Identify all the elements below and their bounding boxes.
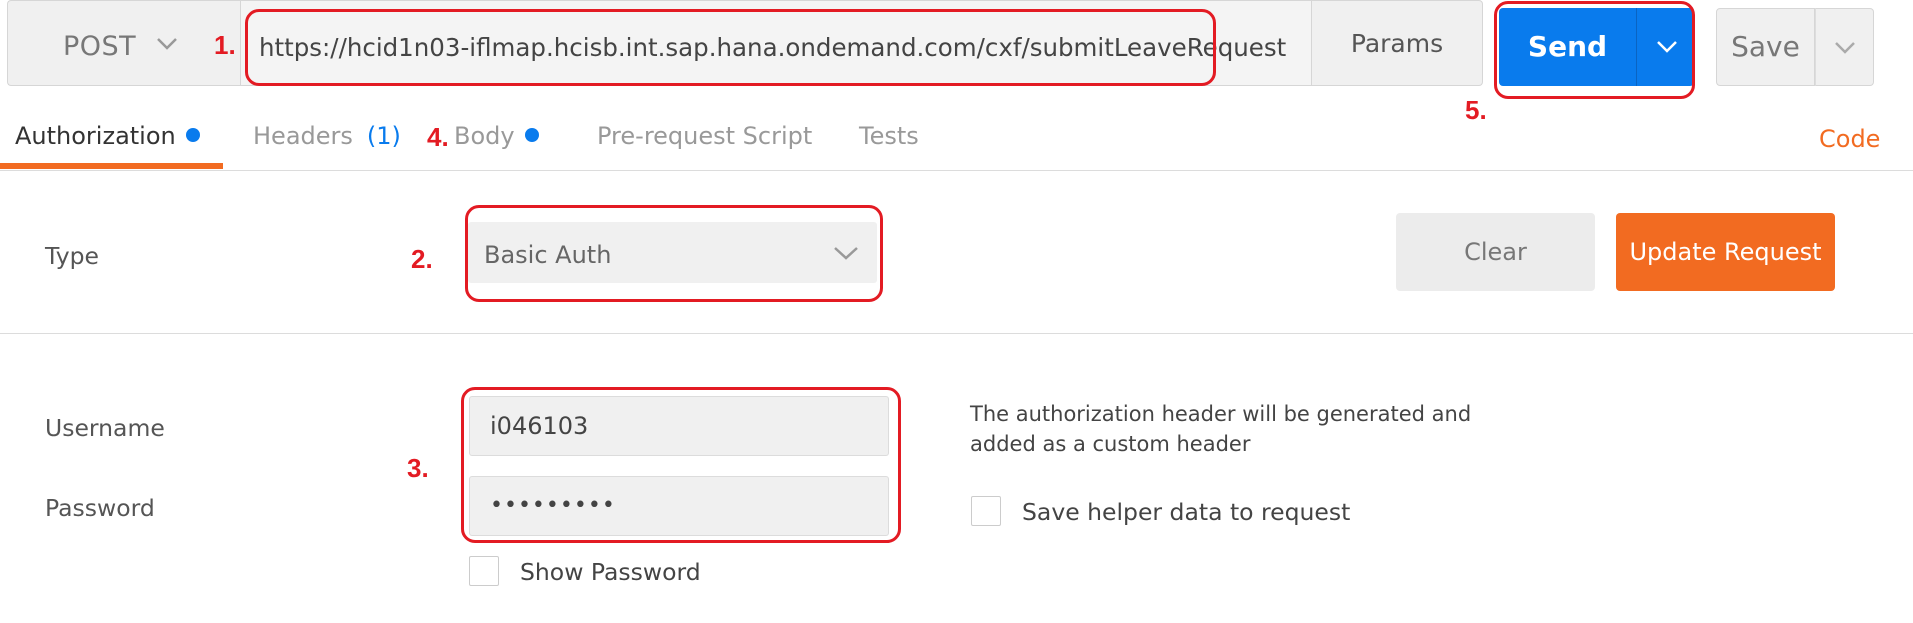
tab-headers[interactable]: Headers (1): [253, 122, 401, 150]
send-options-button[interactable]: [1636, 8, 1694, 86]
send-button[interactable]: Send: [1499, 8, 1636, 86]
url-value: https://hcid1n03-iflmap.hcisb.int.sap.ha…: [259, 33, 1287, 62]
tab-count: (1): [366, 122, 401, 150]
divider: [0, 170, 1913, 171]
annotation-number: 2.: [411, 244, 433, 274]
tab-authorization[interactable]: Authorization: [15, 122, 200, 150]
chevron-down-icon: [1835, 42, 1855, 54]
update-request-button[interactable]: Update Request: [1616, 213, 1835, 291]
chevron-down-icon: [1657, 41, 1677, 53]
tab-body[interactable]: Body: [454, 122, 539, 150]
save-button[interactable]: Save: [1716, 8, 1815, 86]
tab-label: Tests: [859, 122, 919, 150]
annotation-number: 5.: [1465, 95, 1487, 125]
save-helper-label: Save helper data to request: [1022, 498, 1351, 526]
annotation-number: 4.: [427, 122, 449, 152]
chevron-down-icon: [157, 38, 177, 50]
show-password-checkbox[interactable]: [469, 556, 499, 586]
code-link[interactable]: Code: [1819, 125, 1880, 153]
active-tab-indicator: [0, 163, 223, 169]
tab-tests[interactable]: Tests: [859, 122, 919, 150]
method-label: POST: [63, 31, 137, 62]
auth-help-text: The authorization header will be generat…: [970, 402, 1472, 456]
tab-label: Headers: [253, 122, 353, 150]
tab-label: Body: [454, 122, 515, 150]
annotation-number: 3.: [407, 453, 429, 483]
type-label: Type: [45, 242, 99, 270]
username-label: Username: [45, 414, 165, 442]
modified-dot-icon: [185, 128, 200, 142]
username-input[interactable]: i046103: [469, 396, 889, 456]
tab-label: Authorization: [15, 122, 176, 150]
clear-button[interactable]: Clear: [1396, 213, 1595, 291]
password-label: Password: [45, 494, 155, 522]
show-password-label: Show Password: [520, 558, 701, 586]
password-input[interactable]: •••••••••: [469, 476, 889, 536]
modified-dot-icon: [524, 128, 539, 142]
params-button[interactable]: Params: [1312, 0, 1483, 86]
annotation-number: 1.: [214, 30, 236, 60]
divider: [0, 333, 1913, 334]
tab-pre-request-script[interactable]: Pre-request Script: [597, 122, 812, 150]
save-helper-checkbox[interactable]: [971, 496, 1001, 526]
save-options-button[interactable]: [1815, 8, 1874, 86]
chevron-down-icon: [834, 247, 858, 260]
auth-type-value: Basic Auth: [484, 241, 612, 269]
tab-label: Pre-request Script: [597, 122, 813, 150]
